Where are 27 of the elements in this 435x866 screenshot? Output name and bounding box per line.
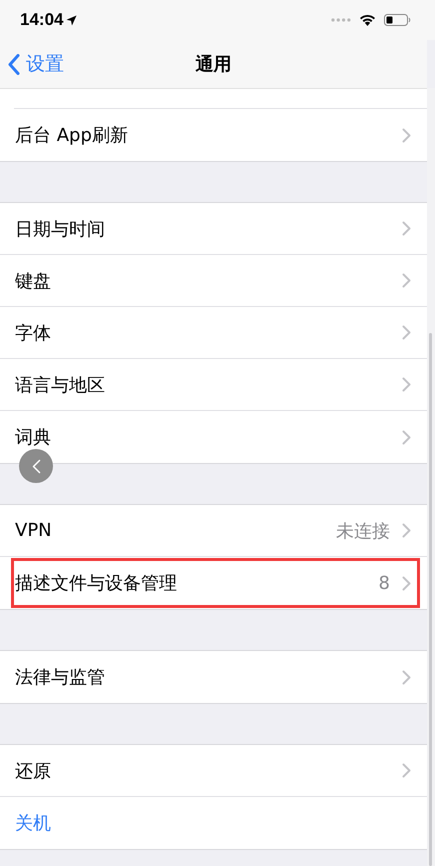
page-title: 通用 [194, 53, 232, 76]
chevron-right-icon [402, 273, 411, 288]
battery-icon [384, 14, 411, 26]
floating-back-button[interactable] [19, 449, 53, 483]
chevron-right-icon [402, 128, 411, 142]
chevron-right-icon [402, 523, 411, 538]
wifi-icon [359, 14, 376, 26]
row-value: 未连接 [336, 520, 390, 542]
chevron-right-icon [402, 576, 411, 590]
settings-row[interactable]: 法律与监管 [0, 651, 427, 703]
chevron-right-icon [402, 325, 411, 340]
chevron-left-icon [32, 458, 40, 474]
settings-row[interactable]: 描述文件与设备管理 8 [10, 557, 421, 609]
settings-row[interactable]: 后台 App刷新 [0, 109, 427, 161]
chevron-right-icon [402, 377, 411, 392]
chevron-right-icon [402, 670, 411, 684]
signal-dots-icon [331, 18, 351, 22]
location-arrow-icon [66, 14, 78, 26]
row-value: 8 [378, 572, 390, 594]
back-chevron-icon [8, 54, 20, 74]
back-button[interactable]: 设置 [0, 51, 64, 77]
settings-row[interactable]: 词典 [0, 411, 427, 463]
chevron-right-icon [402, 763, 411, 778]
chevron-right-icon [402, 221, 411, 236]
settings-row[interactable]: 关机 [0, 797, 427, 849]
status-time: 14:04 [20, 10, 64, 30]
chevron-right-icon [402, 430, 411, 444]
